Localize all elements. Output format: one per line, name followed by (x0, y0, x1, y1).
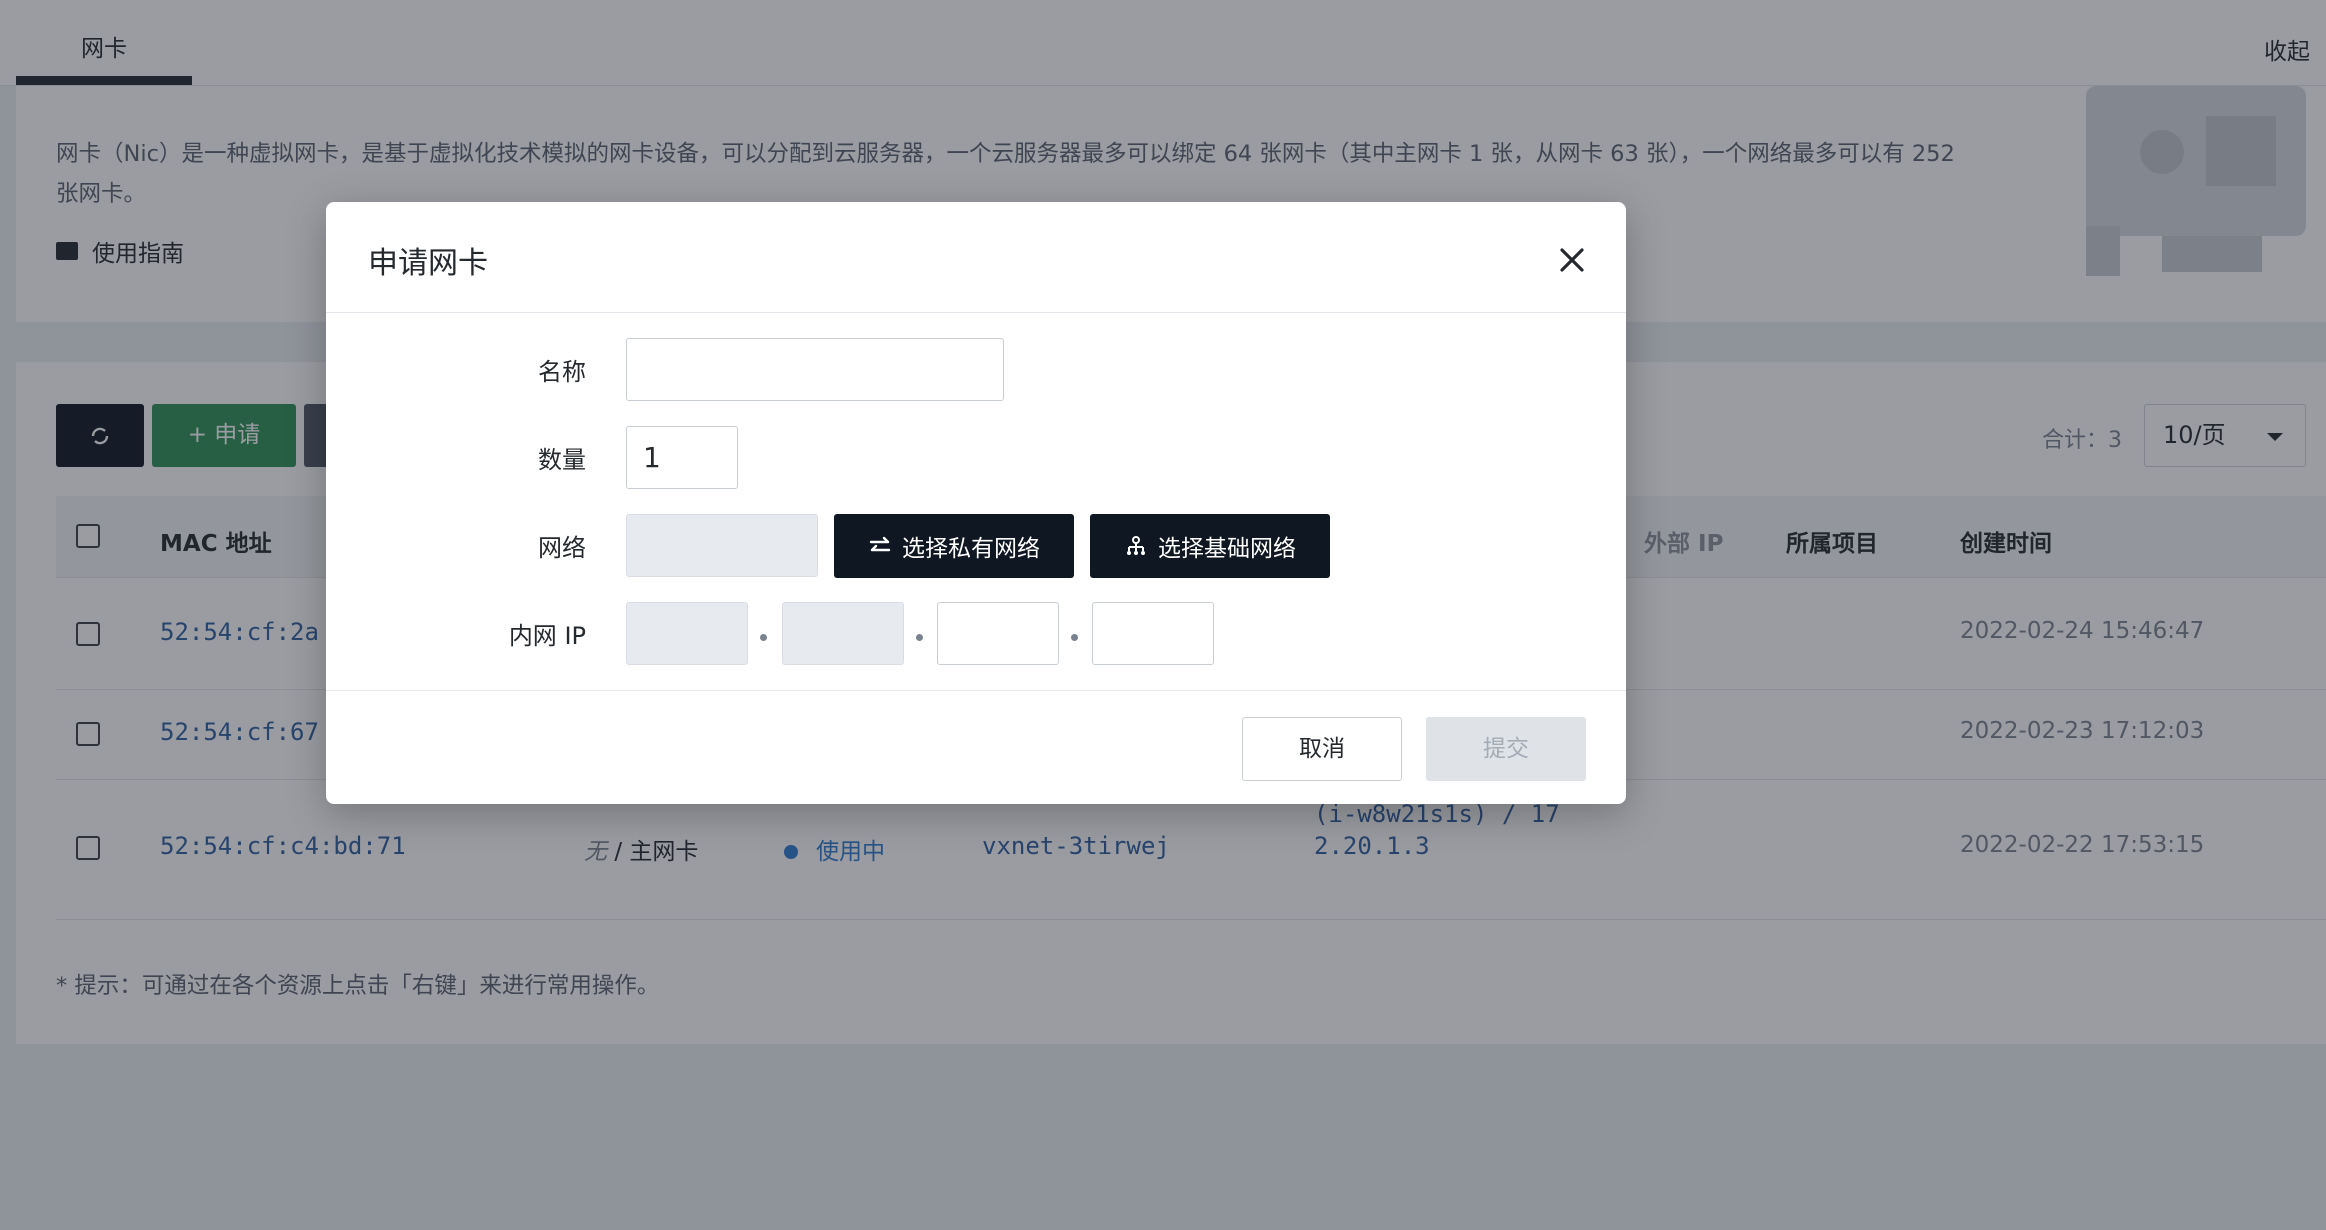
select-private-network-label: 选择私有网络 (902, 536, 1040, 562)
ip-dot-separator (916, 634, 923, 641)
cancel-button[interactable]: 取消 (1242, 717, 1402, 781)
ip-label: 内网 IP (508, 622, 586, 650)
select-basic-network-button[interactable]: 选择基础网络 (1090, 514, 1330, 578)
ip-octet-3[interactable] (937, 602, 1059, 665)
ip-dot-separator (1071, 634, 1078, 641)
ip-dot-separator (760, 634, 767, 641)
name-label: 名称 (538, 358, 586, 386)
network-topology-icon (1127, 536, 1145, 555)
swap-icon (869, 536, 891, 552)
ip-octet-1 (626, 602, 748, 665)
close-icon[interactable] (1558, 246, 1586, 274)
ip-octet-2 (782, 602, 904, 665)
submit-button: 提交 (1426, 717, 1586, 781)
ip-octet-4[interactable] (1092, 602, 1214, 665)
name-input[interactable] (626, 338, 1004, 401)
dialog-header: 申请网卡 (326, 202, 1626, 313)
apply-nic-dialog: 申请网卡 名称 数量 网络 选择私有网络 选择基础网络 内网 IP 取消 提交 (326, 202, 1626, 804)
count-input[interactable] (626, 426, 738, 489)
dialog-footer: 取消 提交 (326, 690, 1626, 804)
select-basic-network-label: 选择基础网络 (1158, 536, 1296, 562)
network-field (626, 514, 818, 577)
network-label: 网络 (538, 534, 586, 562)
dialog-title: 申请网卡 (368, 246, 488, 281)
count-label: 数量 (538, 446, 586, 474)
select-private-network-button[interactable]: 选择私有网络 (834, 514, 1074, 578)
